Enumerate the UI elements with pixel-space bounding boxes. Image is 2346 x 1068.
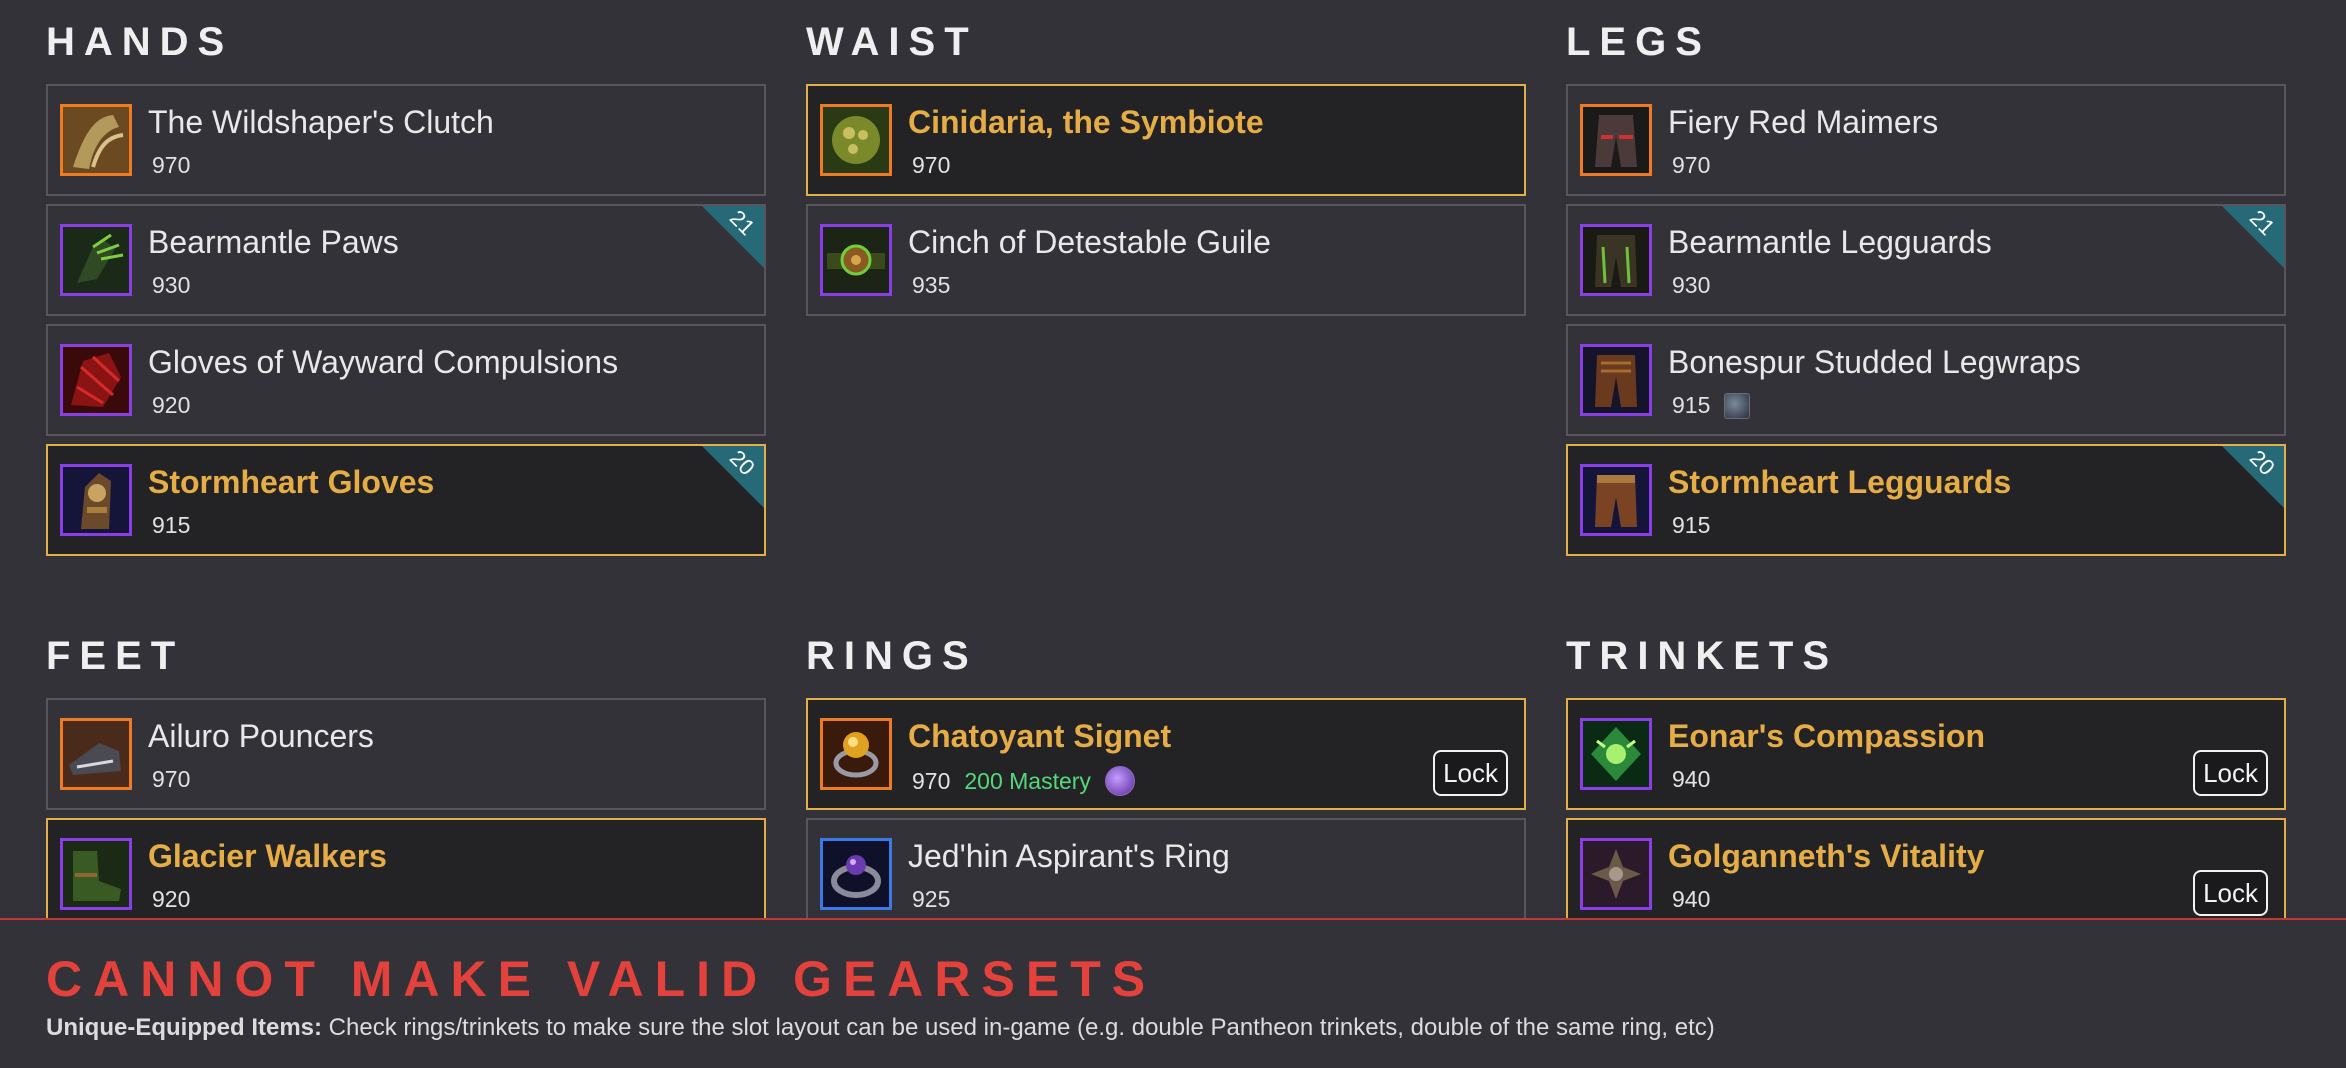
item-level: 930 <box>152 272 191 298</box>
item-level: 930 <box>1672 272 1711 298</box>
item-name: Golganneth's Vitality <box>1668 838 1985 874</box>
trinket-icon <box>1580 838 1652 910</box>
item-card-selected[interactable]: Cinidaria, the Symbiote 970 <box>806 84 1526 196</box>
item-card[interactable]: Bearmantle Paws 930 21 <box>46 204 766 316</box>
item-card-selected[interactable]: Chatoyant Signet 970 200 Mastery Lock <box>806 698 1526 810</box>
section-feet: FEET Ailuro Pouncers 970 Glacier Walkers… <box>46 614 766 918</box>
item-name: Bearmantle Paws <box>148 224 399 260</box>
item-card[interactable]: Bonespur Studded Legwraps 915 <box>1566 324 2286 436</box>
item-stat: 200 Mastery <box>964 767 1091 794</box>
gear-optimizer-page: HANDS The Wildshaper's Clutch 970 Bearma… <box>0 0 2346 1068</box>
lock-button[interactable]: Lock <box>2193 750 2268 796</box>
gear-list[interactable]: HANDS The Wildshaper's Clutch 970 Bearma… <box>0 0 2346 918</box>
lock-button[interactable]: Lock <box>2193 870 2268 916</box>
item-level: 915 <box>1672 512 1711 538</box>
gloves-icon <box>60 344 132 416</box>
item-card[interactable]: Fiery Red Maimers 970 <box>1566 84 2286 196</box>
section-title: LEGS <box>1566 20 1711 64</box>
legs-icon <box>1580 104 1652 176</box>
boots-icon <box>60 838 132 910</box>
item-level: 920 <box>152 392 191 418</box>
belt-icon <box>820 104 892 176</box>
item-name: Cinch of Detestable Guile <box>908 224 1271 260</box>
paws-icon <box>60 224 132 296</box>
item-level: 940 <box>1672 766 1711 792</box>
item-card-selected[interactable]: Golganneth's Vitality 940 Lock <box>1566 818 2286 918</box>
legs-icon <box>1580 464 1652 536</box>
item-card[interactable]: The Wildshaper's Clutch 970 <box>46 84 766 196</box>
item-name: Cinidaria, the Symbiote <box>908 104 1264 140</box>
section-trinkets: TRINKETS Eonar's Compassion 940 Lock Gol… <box>1566 614 2286 918</box>
item-level: 970 <box>912 152 951 178</box>
item-name: Stormheart Legguards <box>1668 464 2012 500</box>
gloves-icon <box>60 464 132 536</box>
item-name: Bearmantle Legguards <box>1668 224 1992 260</box>
error-divider <box>0 918 2346 920</box>
boots-icon <box>60 718 132 790</box>
section-title: TRINKETS <box>1566 634 1838 678</box>
section-legs: LEGS Fiery Red Maimers 970 Bearmantle Le… <box>1566 0 2286 564</box>
error-detail: Check rings/trinkets to make sure the sl… <box>322 1014 1715 1041</box>
legs-icon <box>1580 344 1652 416</box>
section-rings: RINGS Chatoyant Signet 970 200 Mastery L… <box>806 614 1526 918</box>
item-name: Chatoyant Signet <box>908 718 1172 754</box>
section-title: RINGS <box>806 634 978 678</box>
trinket-icon <box>1580 718 1652 790</box>
item-level: 935 <box>912 272 951 298</box>
belt-icon <box>820 224 892 296</box>
section-title: FEET <box>46 634 185 678</box>
item-level: 925 <box>912 886 951 912</box>
gloves-icon <box>60 104 132 176</box>
item-level: 920 <box>152 886 191 912</box>
error-message: Unique-Equipped Items: Check rings/trink… <box>46 1014 1715 1042</box>
ring-icon <box>820 718 892 790</box>
legs-icon <box>1580 224 1652 296</box>
error-title: CANNOT MAKE VALID GEARSETS <box>46 951 1157 1007</box>
item-name: Bonespur Studded Legwraps <box>1668 344 2081 380</box>
item-card[interactable]: Bearmantle Legguards 930 21 <box>1566 204 2286 316</box>
item-level: 970 <box>152 152 191 178</box>
section-title: HANDS <box>46 20 234 64</box>
error-label: Unique-Equipped Items: <box>46 1014 322 1041</box>
item-level: 970 <box>1672 152 1711 178</box>
item-level: 970 <box>912 767 951 794</box>
item-name: Ailuro Pouncers <box>148 718 374 754</box>
item-name: Gloves of Wayward Compulsions <box>148 344 619 380</box>
item-level: 940 <box>1672 886 1711 912</box>
item-card-selected[interactable]: Stormheart Legguards 915 20 <box>1566 444 2286 556</box>
item-name: Fiery Red Maimers <box>1668 104 1939 140</box>
section-hands: HANDS The Wildshaper's Clutch 970 Bearma… <box>46 0 766 564</box>
item-card-selected[interactable]: Glacier Walkers 920 <box>46 818 766 918</box>
item-name: Eonar's Compassion <box>1668 718 1986 754</box>
item-card[interactable]: Ailuro Pouncers 970 <box>46 698 766 810</box>
item-level: 970 <box>152 766 191 792</box>
item-level: 915 <box>152 512 191 538</box>
item-name: Jed'hin Aspirant's Ring <box>908 838 1230 874</box>
section-title: WAIST <box>806 20 978 64</box>
item-card-selected[interactable]: Eonar's Compassion 940 Lock <box>1566 698 2286 810</box>
lock-button[interactable]: Lock <box>1433 750 1508 796</box>
item-card[interactable]: Cinch of Detestable Guile 935 <box>806 204 1526 316</box>
gem-icon <box>1104 766 1135 796</box>
item-name: The Wildshaper's Clutch <box>148 104 494 140</box>
item-card[interactable]: Gloves of Wayward Compulsions 920 <box>46 324 766 436</box>
item-card-selected[interactable]: Stormheart Gloves 915 20 <box>46 444 766 556</box>
item-name: Glacier Walkers <box>148 838 387 874</box>
section-waist: WAIST Cinidaria, the Symbiote 970 Cinch … <box>806 0 1526 324</box>
item-card[interactable]: Jed'hin Aspirant's Ring 925 <box>806 818 1526 918</box>
ring-icon <box>820 838 892 910</box>
item-name: Stormheart Gloves <box>148 464 435 500</box>
item-level: 915 <box>1672 392 1711 418</box>
gem-socket-icon <box>1724 392 1751 419</box>
